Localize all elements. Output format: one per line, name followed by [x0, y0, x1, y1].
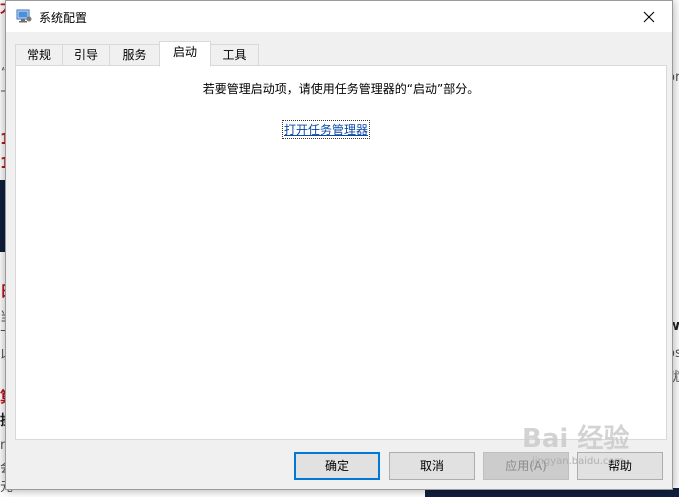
startup-hint-text: 若要管理启动项，请使用任务管理器的“启动”部分。 [202, 82, 480, 96]
msconfig-app-icon [16, 9, 32, 24]
tab-tools[interactable]: 工具 [210, 44, 259, 66]
tab-boot[interactable]: 引导 [62, 44, 110, 66]
title-bar[interactable]: 系统配置 [6, 1, 672, 32]
help-button[interactable]: 帮助 [577, 452, 663, 480]
system-config-dialog: 系统配置 常规 引导 服务 启动 工具 若要管理启动项，请使用任务管理器的“启动… [5, 0, 673, 490]
cancel-button[interactable]: 取消 [389, 452, 475, 480]
apply-button: 应用(A) [483, 452, 569, 480]
tab-general[interactable]: 常规 [15, 44, 63, 66]
tab-startup[interactable]: 启动 [159, 41, 211, 67]
close-button[interactable] [626, 1, 672, 32]
ok-button[interactable]: 确定 [294, 452, 380, 480]
open-task-manager-link[interactable]: 打开任务管理器 [281, 120, 371, 139]
tab-services[interactable]: 服务 [109, 44, 160, 66]
startup-tab-panel: 若要管理启动项，请使用任务管理器的“启动”部分。 打开任务管理器 [15, 65, 667, 440]
close-icon [643, 11, 655, 22]
window-title: 系统配置 [39, 11, 88, 25]
